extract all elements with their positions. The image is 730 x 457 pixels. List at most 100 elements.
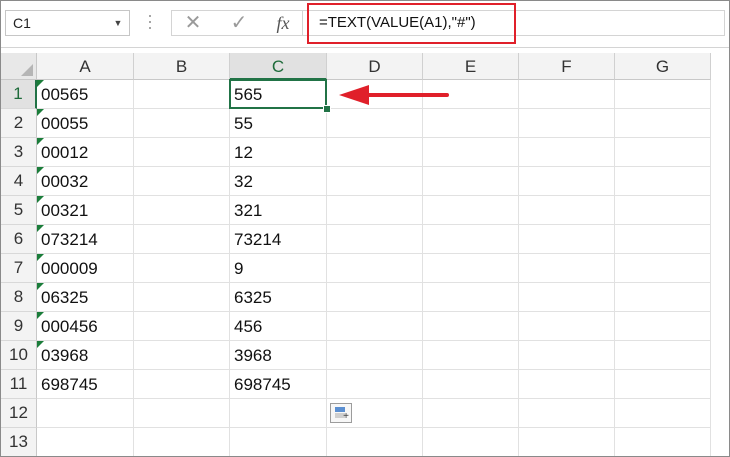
error-indicator-icon[interactable] — [37, 109, 44, 116]
cell-a7[interactable]: 000009 — [37, 254, 134, 283]
cell-b9[interactable] — [134, 312, 230, 341]
cell-a13[interactable] — [37, 428, 134, 456]
cell-c5[interactable]: 321 — [230, 196, 327, 225]
error-indicator-icon[interactable] — [37, 80, 44, 87]
error-indicator-icon[interactable] — [37, 283, 44, 290]
cell-c7[interactable]: 9 — [230, 254, 327, 283]
cell-a8[interactable]: 06325 — [37, 283, 134, 312]
cell-c8[interactable]: 6325 — [230, 283, 327, 312]
cell-c9[interactable]: 456 — [230, 312, 327, 341]
cell-c6[interactable]: 73214 — [230, 225, 327, 254]
name-box[interactable]: C1 ▼ — [5, 10, 130, 36]
cell-e2[interactable] — [423, 109, 519, 138]
cell-a12[interactable] — [37, 399, 134, 428]
cell-d10[interactable] — [327, 341, 423, 370]
cell-f11[interactable] — [519, 370, 615, 399]
cell-b6[interactable] — [134, 225, 230, 254]
cell-g13[interactable] — [615, 428, 711, 456]
cell-g6[interactable] — [615, 225, 711, 254]
cell-b11[interactable] — [134, 370, 230, 399]
cell-a11[interactable]: 698745 — [37, 370, 134, 399]
row-header-10[interactable]: 10 — [1, 341, 37, 370]
cell-a4[interactable]: 00032 — [37, 167, 134, 196]
cell-e10[interactable] — [423, 341, 519, 370]
cell-f12[interactable] — [519, 399, 615, 428]
column-header-b[interactable]: B — [134, 53, 230, 80]
cell-e5[interactable] — [423, 196, 519, 225]
cell-g5[interactable] — [615, 196, 711, 225]
cell-b10[interactable] — [134, 341, 230, 370]
cell-g3[interactable] — [615, 138, 711, 167]
row-header-9[interactable]: 9 — [1, 312, 37, 341]
row-header-2[interactable]: 2 — [1, 109, 37, 138]
cell-d7[interactable] — [327, 254, 423, 283]
cell-g12[interactable] — [615, 399, 711, 428]
row-header-7[interactable]: 7 — [1, 254, 37, 283]
cell-g7[interactable] — [615, 254, 711, 283]
cell-c13[interactable] — [230, 428, 327, 456]
cell-e6[interactable] — [423, 225, 519, 254]
cell-f7[interactable] — [519, 254, 615, 283]
cell-g10[interactable] — [615, 341, 711, 370]
cell-f8[interactable] — [519, 283, 615, 312]
row-header-5[interactable]: 5 — [1, 196, 37, 225]
cell-d6[interactable] — [327, 225, 423, 254]
cell-f10[interactable] — [519, 341, 615, 370]
cell-a1[interactable]: 00565 — [37, 80, 134, 109]
column-header-d[interactable]: D — [327, 53, 423, 80]
cell-f9[interactable] — [519, 312, 615, 341]
cell-b8[interactable] — [134, 283, 230, 312]
error-indicator-icon[interactable] — [37, 341, 44, 348]
cell-d11[interactable] — [327, 370, 423, 399]
column-header-c[interactable]: C — [230, 53, 327, 80]
cell-e9[interactable] — [423, 312, 519, 341]
cell-b12[interactable] — [134, 399, 230, 428]
error-indicator-icon[interactable] — [37, 196, 44, 203]
row-header-13[interactable]: 13 — [1, 428, 37, 456]
cell-e3[interactable] — [423, 138, 519, 167]
column-header-a[interactable]: A — [37, 53, 134, 80]
row-header-6[interactable]: 6 — [1, 225, 37, 254]
cell-b7[interactable] — [134, 254, 230, 283]
cell-f4[interactable] — [519, 167, 615, 196]
cell-e13[interactable] — [423, 428, 519, 456]
check-icon[interactable]: ✓ — [226, 12, 252, 34]
row-header-4[interactable]: 4 — [1, 167, 37, 196]
cell-b1[interactable] — [134, 80, 230, 109]
cell-g11[interactable] — [615, 370, 711, 399]
insert-function-button[interactable]: fx — [270, 12, 296, 34]
cell-c3[interactable]: 12 — [230, 138, 327, 167]
row-header-3[interactable]: 3 — [1, 138, 37, 167]
cell-e4[interactable] — [423, 167, 519, 196]
cell-g4[interactable] — [615, 167, 711, 196]
cell-a6[interactable]: 073214 — [37, 225, 134, 254]
cell-c4[interactable]: 32 — [230, 167, 327, 196]
cell-a5[interactable]: 00321 — [37, 196, 134, 225]
paste-options-icon[interactable]: + — [330, 403, 352, 423]
column-header-f[interactable]: F — [519, 53, 615, 80]
error-indicator-icon[interactable] — [37, 254, 44, 261]
cell-d2[interactable] — [327, 109, 423, 138]
cell-b13[interactable] — [134, 428, 230, 456]
cancel-x-icon[interactable]: ✕ — [180, 12, 206, 34]
cell-d3[interactable] — [327, 138, 423, 167]
error-indicator-icon[interactable] — [37, 167, 44, 174]
cell-b3[interactable] — [134, 138, 230, 167]
row-header-11[interactable]: 11 — [1, 370, 37, 399]
cell-f6[interactable] — [519, 225, 615, 254]
cell-e7[interactable] — [423, 254, 519, 283]
cell-a9[interactable]: 000456 — [37, 312, 134, 341]
row-header-8[interactable]: 8 — [1, 283, 37, 312]
cell-c11[interactable]: 698745 — [230, 370, 327, 399]
cell-a2[interactable]: 00055 — [37, 109, 134, 138]
cell-d5[interactable] — [327, 196, 423, 225]
select-all-button[interactable] — [1, 53, 37, 80]
cell-f1[interactable] — [519, 80, 615, 109]
drag-handle-icon[interactable] — [148, 15, 152, 33]
row-header-12[interactable]: 12 — [1, 399, 37, 428]
cell-b4[interactable] — [134, 167, 230, 196]
cell-d13[interactable] — [327, 428, 423, 456]
cell-b2[interactable] — [134, 109, 230, 138]
error-indicator-icon[interactable] — [37, 225, 44, 232]
column-header-e[interactable]: E — [423, 53, 519, 80]
